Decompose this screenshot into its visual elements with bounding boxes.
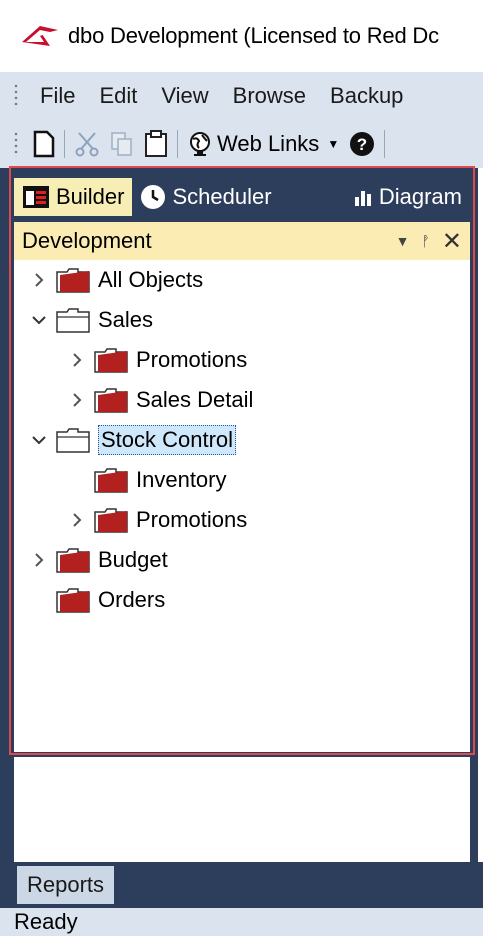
folder-red-icon [94,348,128,373]
tree-node-label: Inventory [136,467,227,492]
chevron-down-icon: ▼ [327,136,340,151]
folder-red-icon [56,588,90,613]
help-button[interactable]: ? [344,126,380,162]
tree-node-all-objects[interactable]: All Objects [30,260,203,300]
folder-red-icon [56,268,90,293]
tree-node-stock-control[interactable]: Stock Control [30,420,237,460]
tree-node-label: Budget [98,547,168,572]
toolbar-separator [64,129,65,158]
copy-icon [111,131,132,156]
tree-node-inventory[interactable]: Inventory [68,460,227,500]
redshift-logo-icon [22,26,58,46]
tree-node-label: Sales Detail [136,387,254,412]
tab-builder[interactable]: Builder [14,178,133,216]
tab-builder-label: Builder [56,184,125,209]
panel-controls: ▼ ᚡ ✕ [396,227,470,256]
help-icon: ? [350,131,375,156]
tree-node-label: Promotions [136,347,248,372]
tab-scheduler[interactable]: Scheduler [132,178,279,216]
new-button[interactable] [28,126,60,162]
folder-icon [56,428,90,453]
main-area-edge [478,168,483,862]
tree-node-label: All Objects [98,267,204,292]
tree-node-label: Orders [98,587,166,612]
scissors-icon [75,131,99,156]
tree-node-budget[interactable]: Budget [30,540,168,580]
toolbar: Web Links ▼ ? [0,119,483,168]
close-icon[interactable]: ✕ [442,227,462,256]
tab-diagram-label: Diagram [378,184,462,209]
panel-title: Development [22,228,152,253]
menu-view[interactable]: View [149,83,220,109]
tree-node-sales-detail[interactable]: Sales Detail [68,380,253,420]
chevron-right-icon[interactable] [30,551,48,569]
clipboard-icon [145,129,167,157]
tree-node-sales-promotions[interactable]: Promotions [68,340,247,380]
chevron-right-icon[interactable] [68,351,86,369]
chevron-down-icon[interactable] [30,431,48,449]
cut-button[interactable] [69,126,105,162]
window-title: dbo Development (Licensed to Red Dc [68,23,439,48]
dock-tabs: Builder Scheduler Diagram [14,178,470,216]
paste-button[interactable] [139,126,173,162]
menu-browse[interactable]: Browse [221,83,318,109]
web-links-label: Web Links [217,130,320,156]
tree-node-sales[interactable]: Sales [30,300,153,340]
tree-node-stock-promotions[interactable]: Promotions [68,500,247,540]
chevron-down-icon[interactable] [30,311,48,329]
status-bar: Ready [0,908,483,936]
folder-red-icon [94,388,128,413]
tree-node-label: Sales [98,307,154,332]
menu-grip-handle[interactable] [14,82,18,109]
chevron-right-icon[interactable] [68,391,86,409]
pin-icon[interactable]: ᚡ [421,233,429,249]
folder-red-icon [94,508,128,533]
clock-icon [141,185,166,209]
svg-text:?: ? [357,135,367,154]
lower-pane [14,757,470,862]
folder-red-icon [94,468,128,493]
chevron-right-icon[interactable] [68,511,86,529]
folder-red-icon [56,548,90,573]
tree-node-label: Promotions [136,507,248,532]
chevron-right-icon[interactable] [30,271,48,289]
toolbar-separator [177,129,178,158]
copy-button[interactable] [105,126,139,162]
title-bar: dbo Development (Licensed to Red Dc [0,0,483,72]
folder-icon [56,308,90,333]
menu-edit[interactable]: Edit [87,83,149,109]
menu-backup[interactable]: Backup [318,83,415,109]
builder-icon [23,186,49,208]
toolbar-grip-handle[interactable] [14,130,18,157]
panel-header: Development ▼ ᚡ ✕ [14,222,470,260]
panel-menu-chevron-icon[interactable]: ▼ [396,233,410,249]
bar-chart-icon [354,191,371,206]
menu-bar: File Edit View Browse Backup [0,72,483,119]
tree-node-orders[interactable]: Orders [30,580,165,620]
menu-file[interactable]: File [28,83,87,109]
globe-icon [190,131,210,156]
status-text: Ready [14,909,78,934]
toolbar-separator [384,129,386,158]
new-document-icon [33,130,55,157]
web-links-dropdown[interactable]: Web Links ▼ [182,126,344,162]
tree-node-label-selected: Stock Control [98,425,237,455]
object-tree: All Objects Sales Promotions Sales Detai… [14,260,470,752]
tab-reports[interactable]: Reports [17,866,115,904]
tab-diagram[interactable]: Diagram [345,178,470,216]
tab-scheduler-label: Scheduler [172,184,272,209]
